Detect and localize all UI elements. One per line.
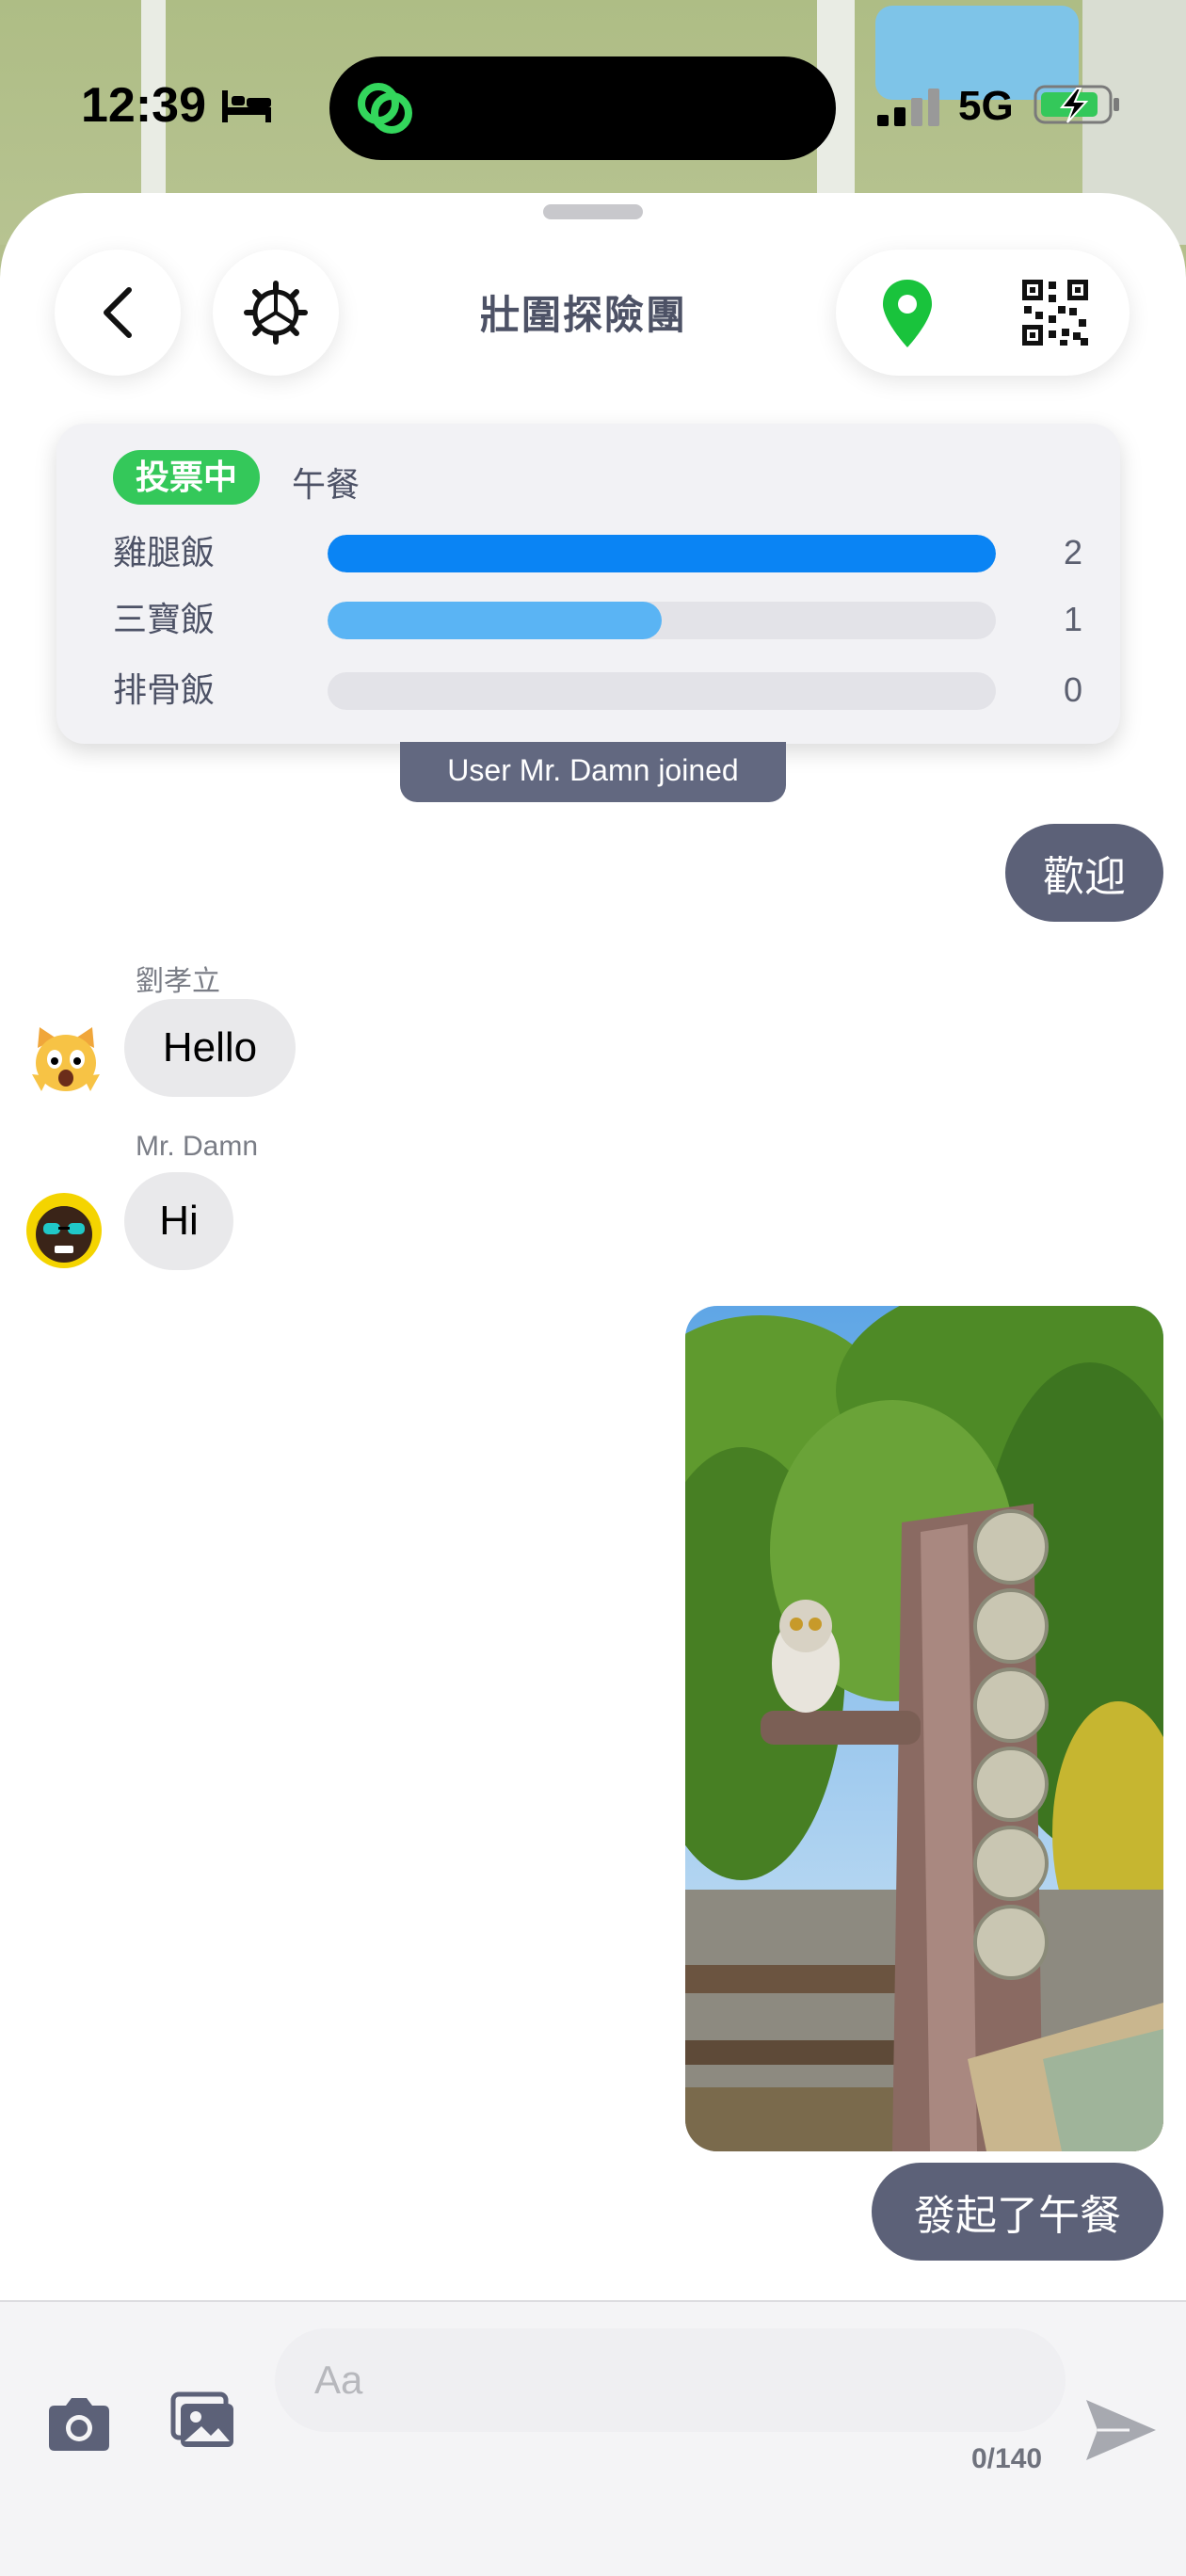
shared-photo[interactable] [685, 1306, 1163, 2151]
group-title: 壯圍探險團 [479, 293, 687, 337]
system-message: User Mr. Damn joined [400, 742, 786, 802]
poll-option[interactable]: 排骨飯 0 [113, 667, 1082, 714]
character-count: 0/140 [971, 2443, 1043, 2474]
poll-option-label: 雞腿飯 [113, 533, 216, 572]
photo-trail-sign [685, 1306, 1163, 2151]
poll-status-badge: 投票中 [113, 450, 261, 505]
signal-icon [877, 89, 939, 126]
poll-bar-track [328, 602, 996, 639]
back-button[interactable] [55, 250, 181, 376]
poll-option-label: 三寶飯 [113, 600, 216, 638]
poll-option-count: 0 [1063, 670, 1082, 709]
qr-code-icon[interactable] [1020, 278, 1090, 347]
poll-bar-track [328, 672, 996, 710]
chat-sheet: 壯圍探險團 投票中 午餐 雞腿飯 2 三寶飯 1 排骨飯 0 User Mr. … [0, 193, 1186, 2576]
location-pin-icon[interactable] [870, 276, 945, 351]
outgoing-message[interactable]: 發起了午餐 [872, 2163, 1163, 2261]
poll-option[interactable]: 雞腿飯 2 [113, 529, 1082, 576]
send-icon[interactable] [1082, 2396, 1160, 2464]
gallery-icon[interactable] [169, 2391, 237, 2453]
link-app-icon [358, 83, 412, 134]
poll-topic: 午餐 [292, 465, 361, 504]
poll-option[interactable]: 三寶飯 1 [113, 596, 1082, 643]
composer-bar: 0/140 [0, 2300, 1186, 2576]
settings-button[interactable] [213, 250, 339, 376]
poll-card[interactable]: 投票中 午餐 雞腿飯 2 三寶飯 1 排骨飯 0 [56, 424, 1120, 744]
poll-option-label: 排骨飯 [113, 670, 216, 709]
dynamic-island [329, 56, 836, 160]
chevron-left-icon [104, 287, 132, 338]
poll-bar-fill [328, 535, 996, 572]
avatar[interactable] [26, 1020, 105, 1099]
avatar[interactable] [24, 1191, 104, 1270]
battery-charging-icon [1034, 85, 1119, 124]
sleep-focus-icon [222, 90, 271, 122]
incoming-message[interactable]: Hello [124, 999, 296, 1097]
camera-icon[interactable] [45, 2396, 113, 2453]
sender-name: Mr. Damn [136, 1131, 259, 1162]
poll-option-count: 2 [1063, 533, 1082, 572]
status-time: 12:39 [81, 78, 206, 133]
sheet-grabber[interactable] [543, 204, 643, 219]
outgoing-message[interactable]: 歡迎 [1005, 824, 1163, 922]
poll-bar-track [328, 535, 996, 572]
incoming-message[interactable]: Hi [124, 1172, 233, 1270]
sender-name: 劉孝立 [136, 966, 220, 997]
gear-icon [244, 281, 308, 345]
network-type: 5G [958, 83, 1014, 129]
message-input[interactable] [275, 2328, 1066, 2432]
header-actions [836, 250, 1130, 376]
poll-bar-fill [328, 602, 662, 639]
poll-option-count: 1 [1063, 600, 1082, 638]
